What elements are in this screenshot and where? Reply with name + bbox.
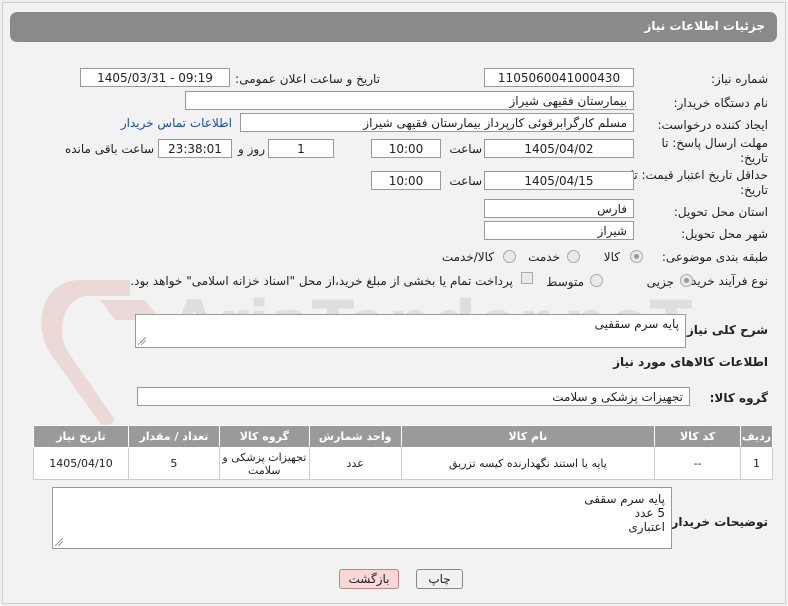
process-option-medium: متوسط: [546, 275, 584, 289]
cell-name: پایه یا استند نگهدارنده کیسه تزریق: [400, 447, 656, 480]
cell-code: --: [654, 447, 742, 480]
remaining-time-field: 23:38:01: [158, 139, 232, 158]
category-label: طبقه بندی موضوعی:: [661, 250, 768, 264]
goods-group-label: گروه کالا:: [709, 391, 768, 405]
resize-grip-icon: [138, 337, 146, 345]
city-label: شهر محل تحویل:: [681, 227, 768, 241]
back-button[interactable]: بازگشت: [339, 569, 399, 589]
buyer-org-field: بیمارستان فقیهی شیراز: [185, 91, 634, 110]
category-option-service: خدمت: [528, 250, 560, 264]
price-time-field: 10:00: [371, 171, 441, 190]
days-field: 1: [268, 139, 334, 158]
col-need-date: تاریخ نیاز: [33, 425, 129, 448]
buyer-notes-line: پایه سرم سقفی: [584, 492, 665, 506]
category-radio-service[interactable]: [567, 250, 580, 263]
buyer-org-label: نام دستگاه خریدار:: [673, 96, 769, 110]
reply-date-field: 1405/04/02: [484, 139, 634, 158]
goods-group-field: تجهیزات پزشکی و سلامت: [137, 387, 690, 406]
print-button[interactable]: چاپ: [416, 569, 463, 589]
announce-field: 1405/03/31 - 09:19: [80, 68, 230, 87]
reply-deadline-label: مهلت ارسال پاسخ: تا تاریخ:: [661, 136, 768, 165]
price-time-label: ساعت: [449, 174, 482, 188]
treasury-payment-note: پرداخت تمام یا بخشی از مبلغ خرید،از محل …: [130, 274, 513, 288]
cell-unit: عدد: [308, 447, 402, 480]
announce-label: تاریخ و ساعت اعلان عمومی:: [235, 72, 380, 86]
price-deadline-label: حداقل تاریخ اعتبار قیمت: تا تاریخ:: [630, 168, 768, 197]
page-title: جزئیات اطلاعات نیاز: [644, 19, 765, 33]
col-group: گروه کالا: [218, 425, 310, 448]
col-row: ردیف: [740, 425, 773, 448]
buyer-notes-textarea[interactable]: پایه سرم سقفی 5 عدد اعتباری: [52, 487, 672, 549]
summary-label: شرح کلی نیاز:: [682, 323, 768, 337]
col-code: کد کالا: [654, 425, 742, 448]
process-radio-medium[interactable]: [590, 274, 603, 287]
reply-time-label: ساعت: [449, 142, 482, 156]
buyer-notes-label: توضیحات خریدار:: [666, 515, 768, 529]
process-option-minor: جزیی: [646, 275, 674, 289]
title-bar: جزئیات اطلاعات نیاز: [10, 12, 777, 42]
category-option-goods-service: کالا/خدمت: [441, 250, 494, 264]
buyer-notes-line: اعتباری: [628, 520, 665, 534]
creator-field: مسلم کارگرابرقوئی کارپرداز بیمارستان فقی…: [240, 113, 634, 132]
buyer-notes-line: 5 عدد: [634, 506, 665, 520]
contact-info-link[interactable]: اطلاعات تماس خریدار: [121, 116, 232, 130]
process-type-label: نوع فرآیند خرید :: [683, 274, 768, 288]
days-label: روز و: [238, 142, 265, 156]
category-radio-goods-service[interactable]: [503, 250, 516, 263]
goods-section-title: اطلاعات کالاهای مورد نیاز: [613, 355, 768, 369]
cell-group: تجهیزات پزشکی و سلامت: [218, 447, 310, 480]
province-label: استان محل تحویل:: [673, 205, 768, 219]
summary-textarea[interactable]: پایه سرم سقفیی: [135, 314, 686, 348]
process-radio-minor[interactable]: [680, 274, 693, 287]
city-field: شیراز: [484, 221, 634, 240]
treasury-payment-checkbox[interactable]: [521, 272, 533, 284]
goods-table-header: ردیف کد کالا نام کالا واحد شمارش گروه کا…: [33, 425, 773, 448]
cell-row: 1: [740, 447, 773, 480]
creator-label: ایجاد کننده درخواست:: [657, 118, 768, 132]
resize-grip-icon: [55, 538, 63, 546]
need-number-field: 1105060041000430: [484, 68, 634, 87]
col-name: نام کالا: [400, 425, 656, 448]
price-date-field: 1405/04/15: [484, 171, 634, 190]
remaining-time-label: ساعت باقی مانده: [64, 142, 154, 156]
col-quantity: تعداد / مقدار: [128, 425, 220, 448]
col-unit: واحد شمارش: [308, 425, 402, 448]
reply-time-field: 10:00: [371, 139, 441, 158]
table-row: 1 -- پایه یا استند نگهدارنده کیسه تزریق …: [33, 447, 773, 480]
goods-table: ردیف کد کالا نام کالا واحد شمارش گروه کا…: [33, 425, 773, 480]
need-number-label: شماره نیاز:: [711, 72, 768, 86]
summary-text: پایه سرم سقفیی: [594, 317, 679, 331]
cell-need-date: 1405/04/10: [33, 447, 129, 480]
category-radio-goods[interactable]: [630, 250, 643, 263]
province-field: فارس: [484, 199, 634, 218]
cell-quantity: 5: [128, 447, 220, 480]
category-option-goods: کالا: [603, 250, 620, 264]
